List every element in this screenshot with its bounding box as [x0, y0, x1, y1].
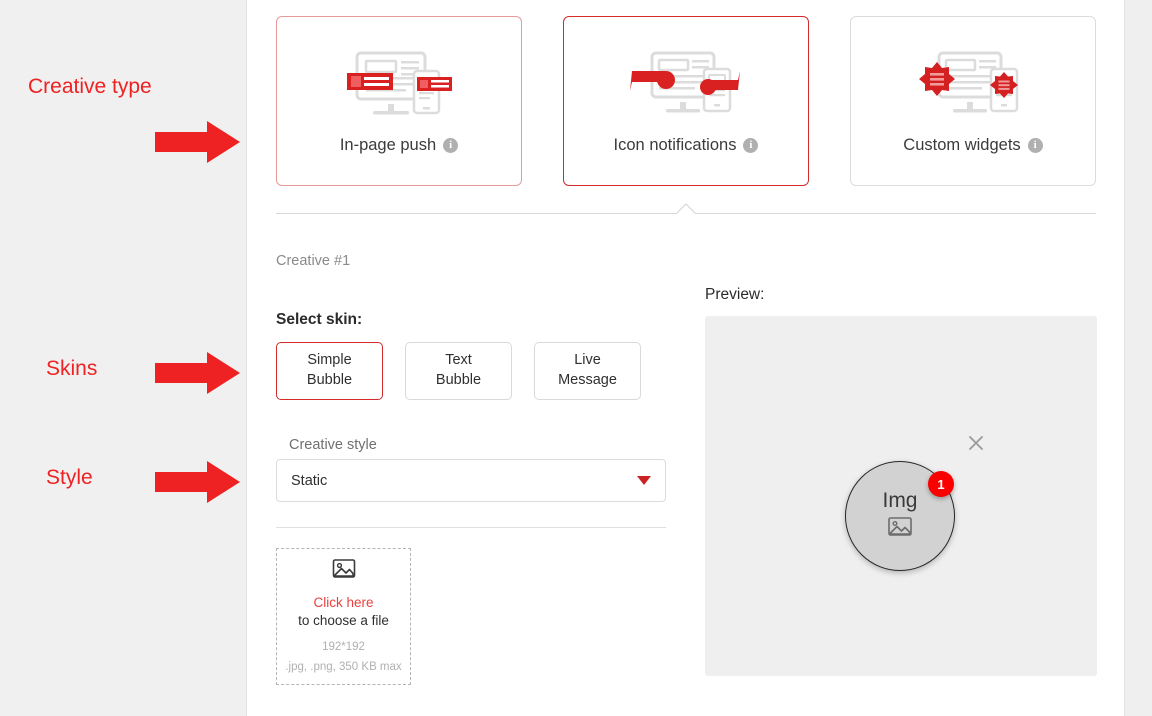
creative-type-card-icon-notifications[interactable]: Icon notifications i: [563, 16, 809, 186]
skin-option-label: Text Bubble: [436, 351, 481, 390]
creative-style-select[interactable]: Static: [276, 459, 666, 502]
upload-click-text: Click here: [313, 594, 374, 610]
skin-option-text-bubble[interactable]: Text Bubble: [405, 342, 512, 400]
preview-label: Preview:: [705, 286, 765, 303]
creative-type-label-row: In-page push i: [339, 135, 459, 155]
icon-notifications-icon: [626, 48, 746, 120]
annotation-label-creative-type: Creative type: [28, 75, 152, 98]
divider-line-right: [696, 213, 1096, 214]
creative-type-card-label: Icon notifications: [613, 135, 737, 154]
right-arrow-icon: [155, 352, 240, 394]
info-icon[interactable]: i: [743, 137, 759, 153]
creative-type-card-custom-widgets[interactable]: Custom widgets i: [850, 16, 1096, 186]
annotation-label-style: Style: [46, 466, 93, 489]
skin-label-line1: Simple: [307, 352, 352, 369]
upload-sub-text: to choose a file: [298, 612, 389, 628]
skin-label-line2: Bubble: [435, 372, 482, 388]
creative-type-card-in-page-push[interactable]: In-page push i: [276, 16, 522, 186]
image-placeholder-icon: [886, 514, 914, 543]
in-page-push-icon: [339, 48, 459, 120]
creative-type-label-row: Icon notifications i: [614, 136, 759, 155]
select-skin-label: Select skin:: [276, 311, 363, 328]
screen-root: Creative type Skins Style In-page push i…: [0, 0, 1152, 716]
skin-option-label: Live Message: [558, 351, 617, 390]
annotation-rail: Creative type Skins Style: [0, 0, 247, 716]
creative-type-label-row: Custom widgets i: [903, 135, 1043, 155]
info-icon[interactable]: i: [443, 137, 459, 153]
chevron-down-icon[interactable]: [637, 476, 651, 485]
creative-type-card-label: Custom widgets: [903, 135, 1021, 154]
custom-widgets-icon: [913, 48, 1033, 120]
section-divider: [276, 198, 1096, 222]
form-divider: [276, 527, 666, 528]
skin-label-line1: Live: [574, 352, 601, 369]
image-placeholder-icon: [331, 557, 357, 586]
chevron-up-icon: [676, 203, 696, 214]
divider-line-left: [276, 213, 676, 214]
upload-dimensions: 192*192: [322, 640, 365, 653]
preview-bubble-group: Img 1: [845, 426, 1005, 586]
right-arrow-icon: [155, 461, 240, 503]
right-arrow-icon: [155, 121, 240, 163]
annotation-label-skins: Skins: [46, 357, 98, 380]
notification-badge[interactable]: 1: [928, 471, 954, 497]
creative-style-value: Static: [291, 472, 328, 489]
skin-label-line2: Message: [558, 372, 617, 388]
skin-option-simple-bubble[interactable]: Simple Bubble: [276, 342, 383, 400]
preview-bubble-text: Img: [882, 488, 918, 512]
creative-type-card-label: In-page push: [339, 135, 437, 154]
creative-style-label: Creative style: [289, 437, 377, 453]
preview-canvas: Img 1: [705, 316, 1097, 676]
right-gutter: [1124, 0, 1152, 716]
upload-constraints: .jpg, .png, 350 KB max: [285, 660, 402, 673]
close-icon[interactable]: [966, 433, 986, 453]
skin-option-live-message[interactable]: Live Message: [534, 342, 641, 400]
skin-option-label: Simple Bubble: [307, 351, 352, 390]
file-upload-dropzone[interactable]: Click here to choose a file 192*192 .jpg…: [276, 548, 411, 685]
creative-index-label: Creative #1: [276, 253, 351, 269]
annotation-creative-type: Creative type: [0, 75, 247, 99]
skin-options: Simple Bubble Text Bubble Live Message: [276, 342, 641, 400]
skin-label-line2: Bubble: [306, 372, 353, 388]
info-icon[interactable]: i: [1027, 137, 1043, 153]
skin-label-line1: Text: [445, 352, 472, 369]
creative-type-cards: In-page push i Icon notifications i Cust…: [276, 16, 1096, 186]
